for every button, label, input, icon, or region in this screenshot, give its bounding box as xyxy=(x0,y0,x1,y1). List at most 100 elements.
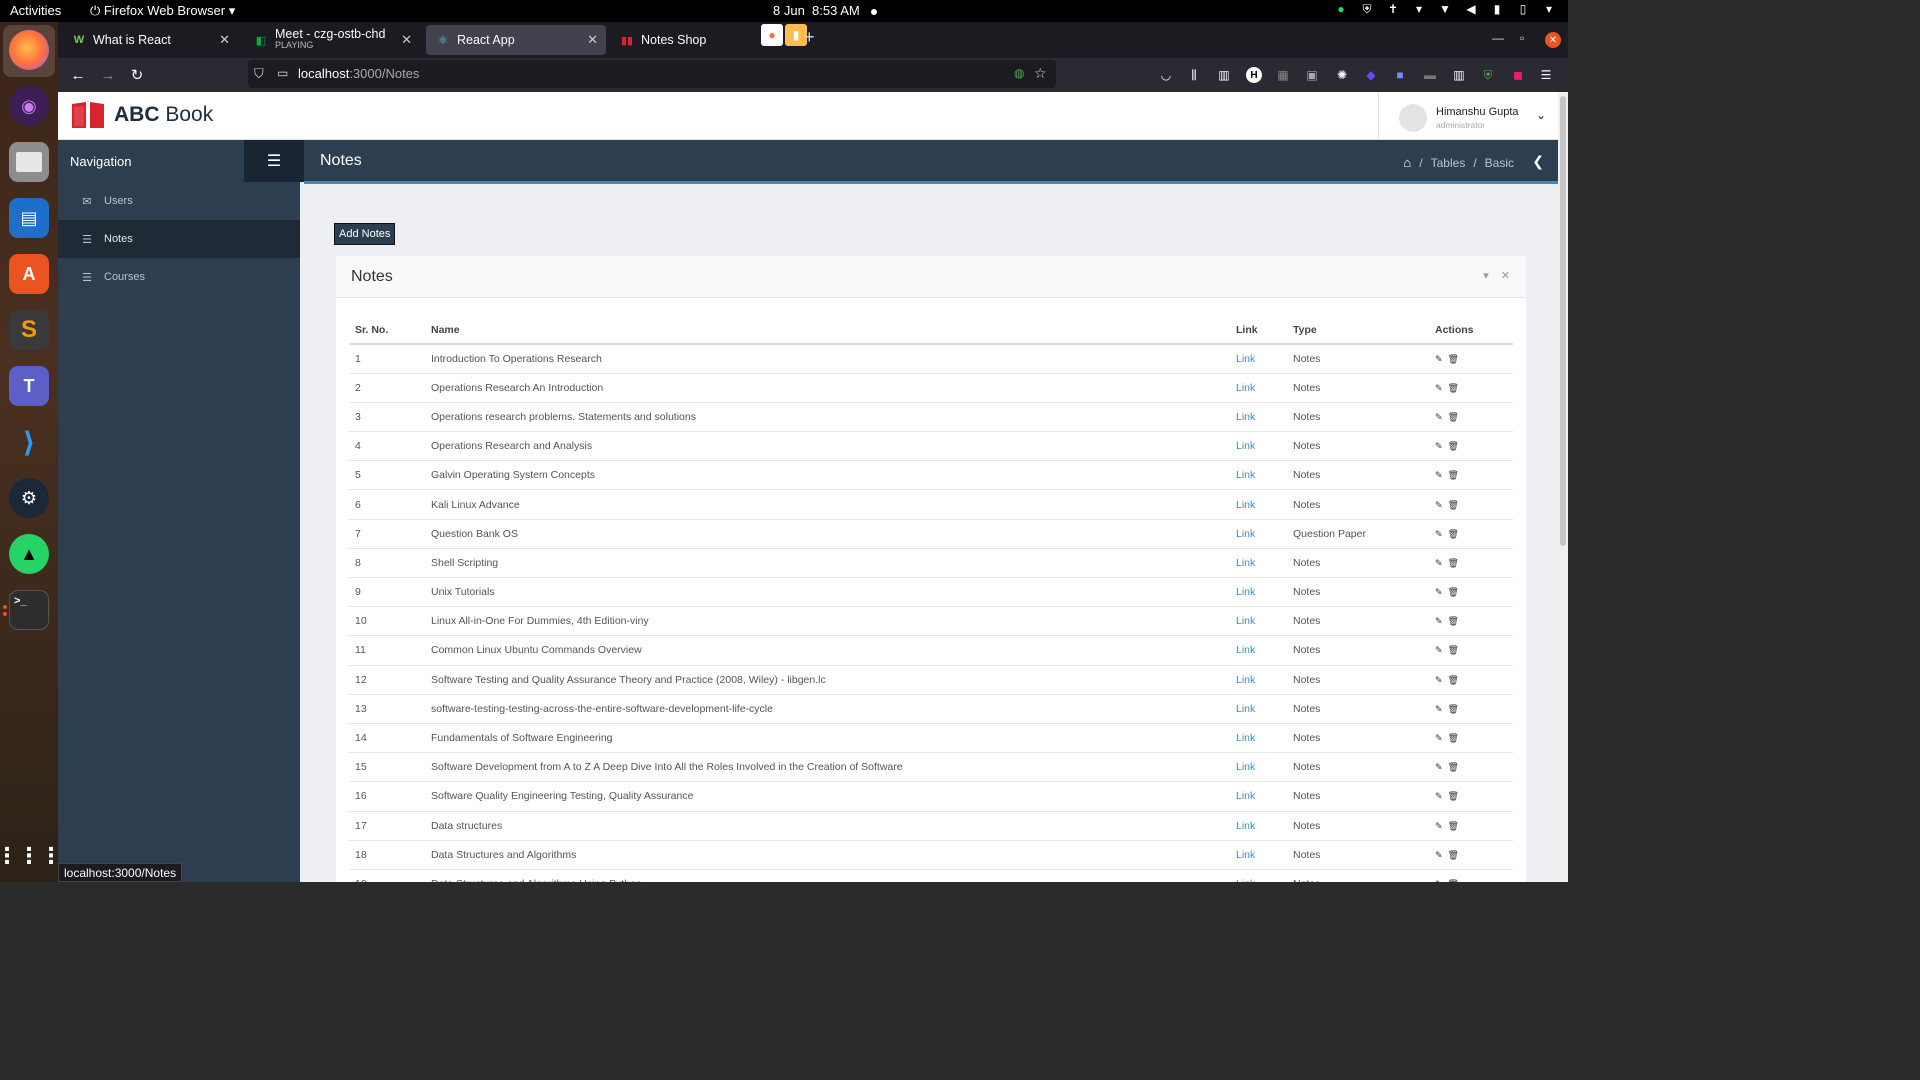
microphone-icon[interactable]: ▮ xyxy=(1490,2,1504,16)
cell-link[interactable]: Link xyxy=(1230,431,1287,462)
cell-link[interactable]: Link xyxy=(1230,344,1287,374)
library-icon[interactable]: ⫼ xyxy=(1186,67,1202,83)
edit-pencil-icon[interactable]: ✎ xyxy=(1435,354,1443,365)
extension-diamond-icon[interactable]: ◆ xyxy=(1363,67,1379,83)
trash-icon[interactable]: 🗑 xyxy=(1448,762,1459,773)
vscode-icon[interactable]: ⟩ xyxy=(9,422,49,462)
chevron-left-icon[interactable]: ❮ xyxy=(1532,153,1544,170)
extension-barcode-icon[interactable]: ▥ xyxy=(1451,67,1467,83)
cell-link[interactable]: Link xyxy=(1230,548,1287,579)
cell-link[interactable]: Link xyxy=(1230,577,1287,608)
whatsapp-tray-icon[interactable]: ● xyxy=(1334,2,1348,16)
podcast-app-icon[interactable]: ◉ xyxy=(9,86,49,126)
system-tray[interactable]: ● ⛨ ✝ ▾ ▼ ◀ ▮ ▯ ▾ xyxy=(1334,2,1556,17)
shield-tray-icon[interactable]: ⛨ xyxy=(1360,2,1374,16)
clock[interactable]: 8 Jun 8:53 AM xyxy=(773,3,878,18)
trash-icon[interactable]: 🗑 xyxy=(1448,791,1459,802)
menu-toggle-icon[interactable]: ☰ xyxy=(244,140,304,182)
cell-link[interactable]: Link xyxy=(1230,840,1287,870)
close-icon[interactable]: ✕ xyxy=(401,32,412,48)
hamburger-menu-icon[interactable]: ☰ xyxy=(1538,67,1554,83)
steam-icon[interactable]: ⚙ xyxy=(9,478,49,518)
edit-pencil-icon[interactable]: ✎ xyxy=(1435,412,1443,423)
extension-red-icon[interactable]: ◼ xyxy=(1510,67,1526,83)
tab-meet[interactable]: ◧ Meet - czg-ostb-chd PLAYING ✕ xyxy=(244,25,420,55)
sidebar-item-courses[interactable]: ☰ Courses xyxy=(58,258,300,296)
cell-link[interactable]: Link xyxy=(1230,373,1287,403)
trash-icon[interactable]: 🗑 xyxy=(1448,645,1459,656)
extension-cookie-icon[interactable]: ✺ xyxy=(1334,67,1350,83)
trash-icon[interactable]: 🗑 xyxy=(1448,879,1459,882)
page-info-icon[interactable]: ▭ xyxy=(277,66,288,80)
edit-pencil-icon[interactable]: ✎ xyxy=(1435,791,1443,802)
scrollbar-thumb[interactable] xyxy=(1560,96,1566,546)
edit-pencil-icon[interactable]: ✎ xyxy=(1435,704,1443,715)
shield-icon[interactable]: ⛉ xyxy=(254,66,264,82)
trash-icon[interactable]: 🗑 xyxy=(1448,587,1459,598)
edit-pencil-icon[interactable]: ✎ xyxy=(1435,383,1443,394)
cell-link[interactable]: Link xyxy=(1230,635,1287,666)
wifi-icon[interactable]: ▼ xyxy=(1438,2,1452,16)
cell-link[interactable]: Link xyxy=(1230,489,1287,520)
trash-icon[interactable]: 🗑 xyxy=(1448,850,1459,861)
terminal-icon[interactable]: >_ xyxy=(9,590,49,630)
trash-icon[interactable]: 🗑 xyxy=(1448,616,1459,627)
volume-icon[interactable]: ◀ xyxy=(1464,2,1478,16)
close-icon[interactable]: ✕ xyxy=(1501,269,1510,282)
teams-icon[interactable]: T xyxy=(9,366,49,406)
extension-grid-icon[interactable]: ▦ xyxy=(1275,67,1291,83)
breadcrumb-tables[interactable]: Tables xyxy=(1431,156,1466,170)
edit-pencil-icon[interactable]: ✎ xyxy=(1435,441,1443,452)
app-menu[interactable]: ⏻ Firefox Web Browser ▾ xyxy=(90,3,235,19)
sublime-text-icon[interactable]: S xyxy=(9,310,49,350)
edit-pencil-icon[interactable]: ✎ xyxy=(1435,529,1443,540)
extension-k-icon[interactable]: ▣ xyxy=(1304,67,1320,83)
reader-view-icon[interactable]: ▥ xyxy=(1216,67,1232,83)
edit-pencil-icon[interactable]: ✎ xyxy=(1435,500,1443,511)
cell-link[interactable]: Link xyxy=(1230,460,1287,491)
trash-icon[interactable]: 🗑 xyxy=(1448,412,1459,423)
sidebar-item-users[interactable]: ✉ Users xyxy=(58,182,300,220)
close-window-icon[interactable]: ✕ xyxy=(1545,32,1561,48)
minimize-icon[interactable]: — xyxy=(1492,31,1504,45)
edit-pencil-icon[interactable]: ✎ xyxy=(1435,470,1443,481)
extension-shield-icon[interactable]: ⛨ xyxy=(1480,67,1496,83)
reload-icon[interactable]: ↻ xyxy=(127,65,147,85)
close-icon[interactable]: ✕ xyxy=(219,32,230,48)
chevron-down-icon[interactable]: ⌄ xyxy=(1536,108,1546,122)
cell-link[interactable]: Link xyxy=(1230,752,1287,783)
cell-link[interactable]: Link xyxy=(1230,869,1287,882)
trash-icon[interactable]: 🗑 xyxy=(1448,441,1459,452)
edit-pencil-icon[interactable]: ✎ xyxy=(1435,558,1443,569)
cell-link[interactable]: Link xyxy=(1230,402,1287,433)
linux-penguin-icon[interactable]: ▲ xyxy=(9,534,49,574)
firefox-icon[interactable] xyxy=(9,30,49,70)
cell-link[interactable]: Link xyxy=(1230,723,1287,754)
add-notes-button[interactable]: Add Notes xyxy=(334,223,396,245)
trash-icon[interactable]: 🗑 xyxy=(1448,558,1459,569)
files-icon[interactable] xyxy=(9,142,49,182)
tab-react-app[interactable]: ⚛ React App ✕ xyxy=(426,25,606,55)
tab-notes-shop[interactable]: ▮▮ Notes Shop xyxy=(610,25,750,55)
pocket-icon[interactable]: ◡ xyxy=(1158,67,1174,83)
cell-link[interactable]: Link xyxy=(1230,665,1287,695)
edit-pencil-icon[interactable]: ✎ xyxy=(1435,587,1443,598)
mic-sharing-indicator[interactable]: ● ▮ xyxy=(761,22,807,48)
back-arrow-icon[interactable]: ← xyxy=(68,65,88,85)
trash-icon[interactable]: 🗑 xyxy=(1448,383,1459,394)
cell-link[interactable]: Link xyxy=(1230,606,1287,637)
activities-button[interactable]: Activities xyxy=(10,3,61,18)
trash-icon[interactable]: 🗑 xyxy=(1448,675,1459,686)
breadcrumb-basic[interactable]: Basic xyxy=(1485,156,1514,170)
trash-icon[interactable]: 🗑 xyxy=(1448,821,1459,832)
edit-pencil-icon[interactable]: ✎ xyxy=(1435,675,1443,686)
vpn-globe-icon[interactable]: ◍ xyxy=(1014,66,1024,80)
trash-icon[interactable]: 🗑 xyxy=(1448,354,1459,365)
trash-icon[interactable]: 🗑 xyxy=(1448,704,1459,715)
edit-pencil-icon[interactable]: ✎ xyxy=(1435,762,1443,773)
close-icon[interactable]: ✕ xyxy=(587,32,598,48)
edit-pencil-icon[interactable]: ✎ xyxy=(1435,616,1443,627)
chevron-down-icon[interactable]: ▾ xyxy=(1412,2,1426,16)
trash-icon[interactable]: 🗑 xyxy=(1448,733,1459,744)
show-apps-grid-icon[interactable]: ⋮⋮⋮ xyxy=(0,836,62,876)
